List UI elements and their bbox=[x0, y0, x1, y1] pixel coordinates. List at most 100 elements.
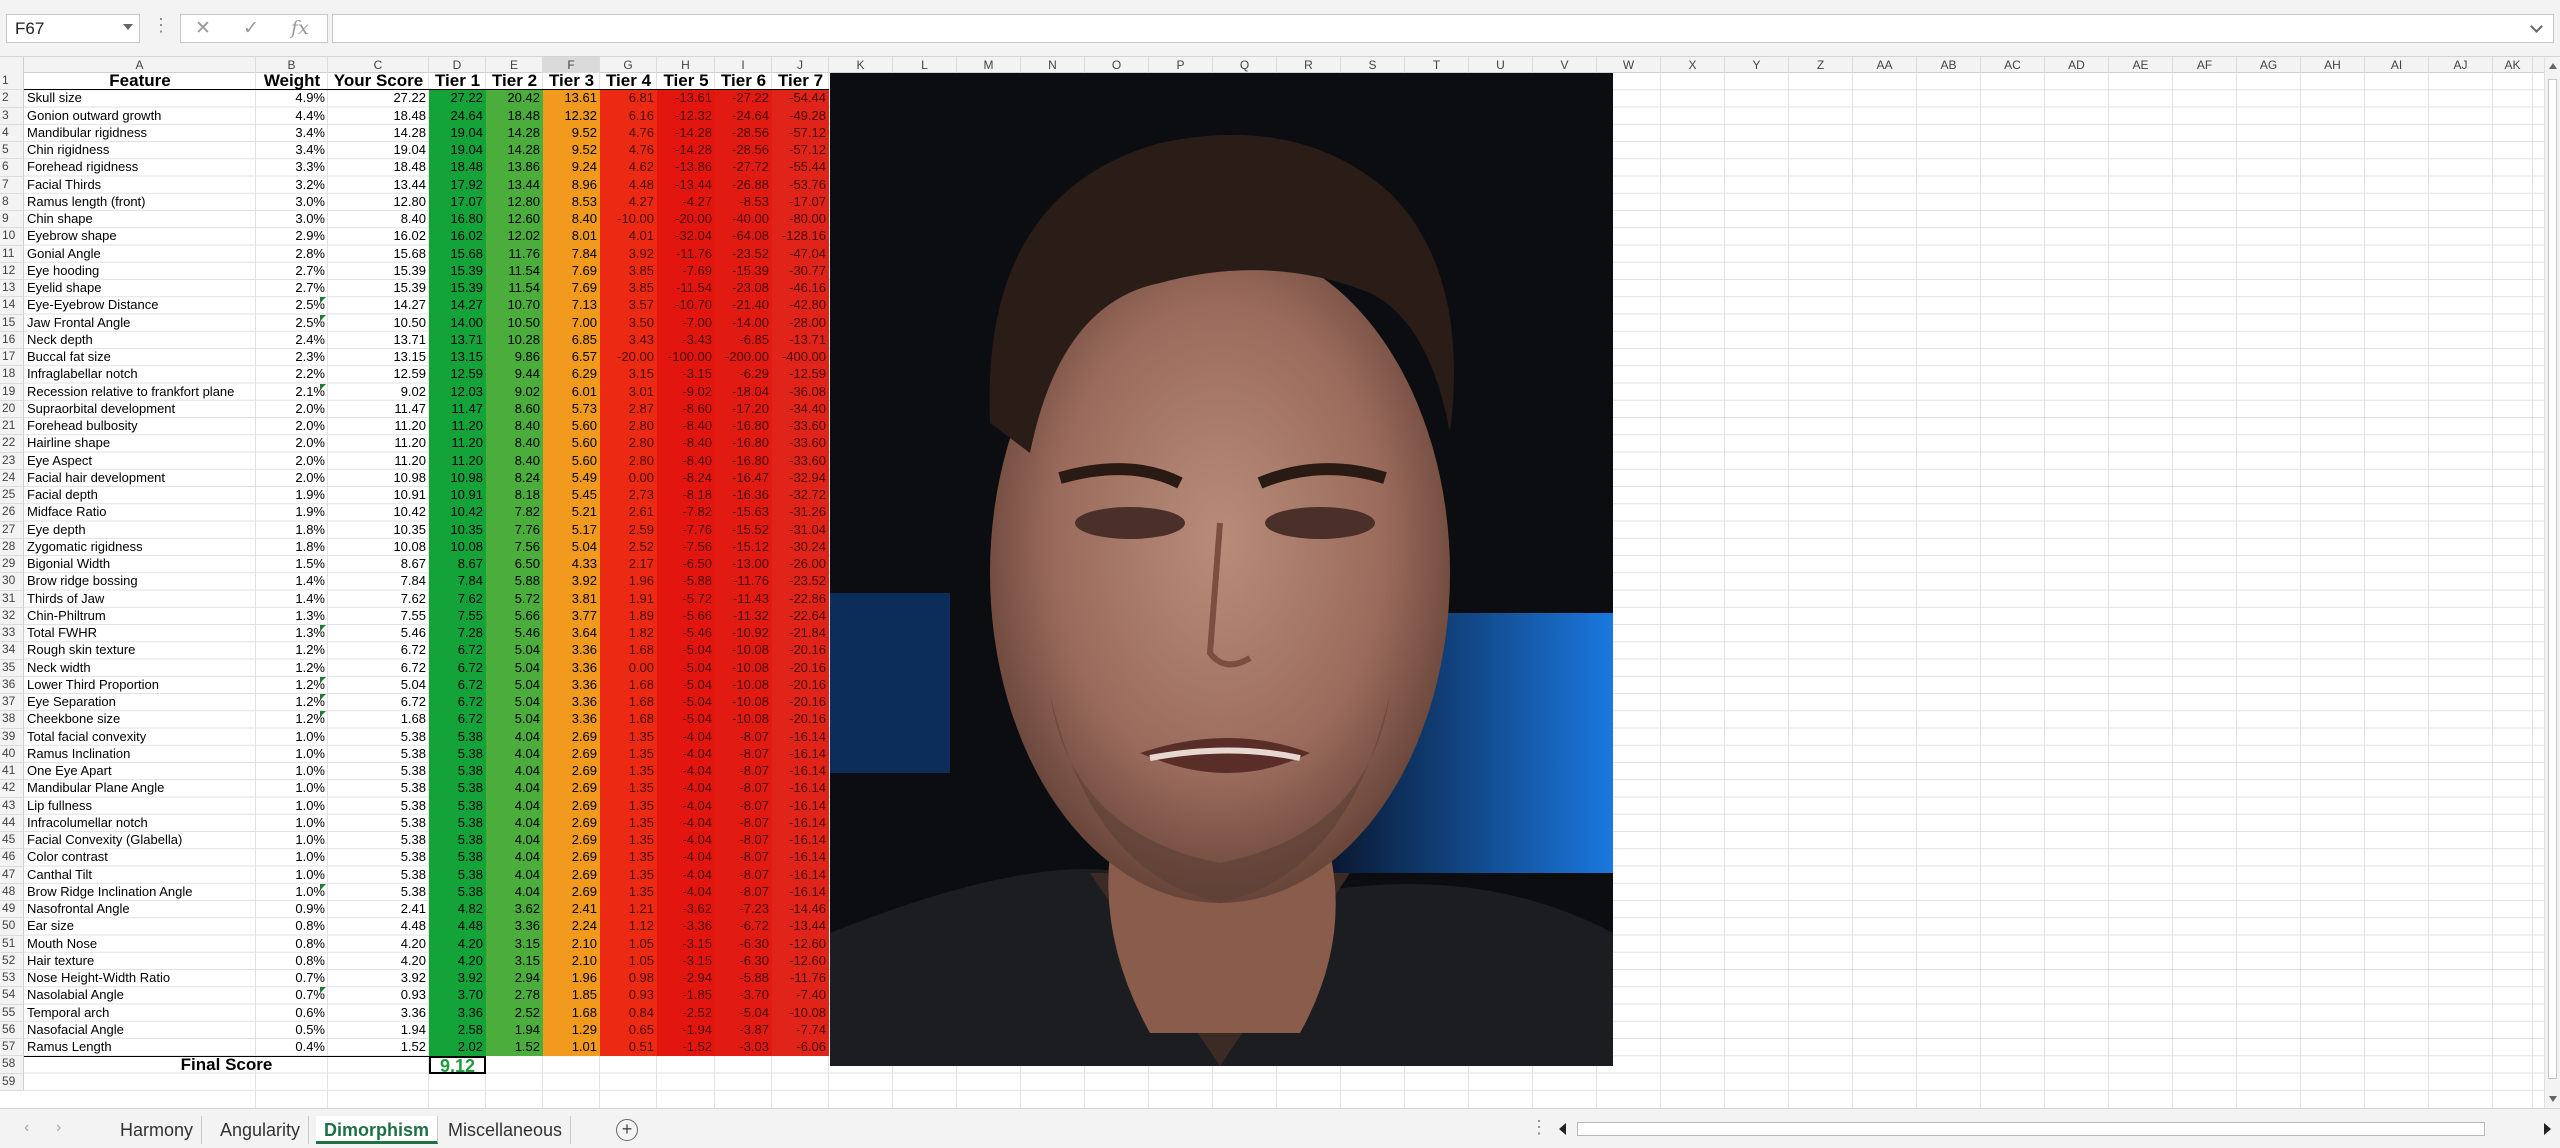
score-cell[interactable]: 5.38 bbox=[328, 867, 429, 884]
feature-name-cell[interactable]: Thirds of Jaw bbox=[24, 591, 256, 608]
tier-5-cell[interactable]: -32.04 bbox=[657, 228, 715, 246]
tier-4-cell[interactable]: 2.59 bbox=[600, 521, 657, 539]
tier-5-cell[interactable]: -5.04 bbox=[657, 694, 715, 712]
row-header-44[interactable]: 44 bbox=[0, 814, 24, 832]
tier-6-cell[interactable]: -10.08 bbox=[715, 694, 772, 712]
tier-7-cell[interactable]: -20.16 bbox=[772, 659, 829, 677]
tier-4-cell[interactable]: 2.52 bbox=[600, 538, 657, 556]
row-header-13[interactable]: 13 bbox=[0, 280, 24, 298]
row-header-51[interactable]: 51 bbox=[0, 935, 24, 953]
score-cell[interactable]: 13.71 bbox=[328, 332, 429, 349]
row-header-4[interactable]: 4 bbox=[0, 124, 24, 142]
tier-4-cell[interactable]: 0.93 bbox=[600, 987, 657, 1005]
column-header-x[interactable]: X bbox=[1661, 57, 1725, 73]
tier-1-cell[interactable]: 15.39 bbox=[429, 280, 486, 298]
row-header-31[interactable]: 31 bbox=[0, 590, 24, 608]
tier-4-cell[interactable]: 2.80 bbox=[600, 435, 657, 453]
tier-1-cell[interactable]: 5.38 bbox=[429, 814, 486, 832]
tier-2-cell[interactable]: 8.40 bbox=[486, 418, 543, 436]
tier-1-cell[interactable]: 27.22 bbox=[429, 90, 486, 108]
score-cell[interactable]: 3.92 bbox=[328, 970, 429, 987]
tier-5-cell[interactable]: -100.00 bbox=[657, 349, 715, 367]
column-header-s[interactable]: S bbox=[1341, 57, 1405, 73]
tier-5-cell[interactable]: -4.04 bbox=[657, 849, 715, 867]
tier-7-cell[interactable]: -21.84 bbox=[772, 625, 829, 643]
score-cell[interactable]: 5.04 bbox=[328, 677, 429, 694]
column-header-l[interactable]: L bbox=[893, 57, 957, 73]
score-cell[interactable]: 5.38 bbox=[328, 849, 429, 866]
tier-2-cell[interactable]: 5.46 bbox=[486, 625, 543, 643]
weight-cell[interactable]: 1.3% bbox=[256, 625, 328, 642]
tier-2-cell[interactable]: 4.04 bbox=[486, 763, 543, 781]
sheet-tab-miscellaneous[interactable]: Miscellaneous bbox=[440, 1116, 572, 1144]
column-header-a[interactable]: A bbox=[24, 57, 256, 73]
column-header-ad[interactable]: AD bbox=[2045, 57, 2109, 73]
tier-1-cell[interactable]: 7.55 bbox=[429, 607, 486, 625]
tier-5-cell[interactable]: -11.54 bbox=[657, 280, 715, 298]
tier-5-cell[interactable]: -13.44 bbox=[657, 176, 715, 194]
tier-5-cell[interactable]: -1.52 bbox=[657, 1039, 715, 1057]
tier-3-cell[interactable]: 8.96 bbox=[543, 176, 600, 194]
column-header-ah[interactable]: AH bbox=[2301, 57, 2365, 73]
feature-name-cell[interactable]: Facial depth bbox=[24, 487, 256, 504]
tier-6-cell[interactable]: -6.30 bbox=[715, 952, 772, 970]
weight-cell[interactable]: 1.0% bbox=[256, 832, 328, 849]
weight-cell[interactable]: 1.0% bbox=[256, 884, 328, 901]
tier-2-cell[interactable]: 2.78 bbox=[486, 987, 543, 1005]
tier-7-cell[interactable]: -49.28 bbox=[772, 107, 829, 125]
tier-3-cell[interactable]: 6.29 bbox=[543, 366, 600, 384]
header-cell-weight[interactable]: Weight bbox=[256, 73, 328, 91]
score-cell[interactable]: 14.27 bbox=[328, 297, 429, 314]
tier-7-cell[interactable]: -16.14 bbox=[772, 780, 829, 798]
tier-3-cell[interactable]: 2.69 bbox=[543, 763, 600, 781]
tier-5-cell[interactable]: -2.94 bbox=[657, 970, 715, 988]
score-cell[interactable]: 11.20 bbox=[328, 453, 429, 470]
tier-4-cell[interactable]: 0.98 bbox=[600, 970, 657, 988]
score-cell[interactable]: 15.39 bbox=[328, 280, 429, 297]
tier-3-cell[interactable]: 3.36 bbox=[543, 642, 600, 660]
row-header-8[interactable]: 8 bbox=[0, 193, 24, 211]
tier-5-cell[interactable]: -4.04 bbox=[657, 832, 715, 850]
weight-cell[interactable]: 2.0% bbox=[256, 453, 328, 470]
column-header-ag[interactable]: AG bbox=[2237, 57, 2301, 73]
weight-cell[interactable]: 1.0% bbox=[256, 729, 328, 746]
column-header-z[interactable]: Z bbox=[1789, 57, 1853, 73]
weight-cell[interactable]: 3.2% bbox=[256, 177, 328, 194]
column-header-ae[interactable]: AE bbox=[2109, 57, 2173, 73]
tier-5-cell[interactable]: -8.40 bbox=[657, 435, 715, 453]
tier-3-cell[interactable]: 3.77 bbox=[543, 607, 600, 625]
tier-4-cell[interactable]: 1.91 bbox=[600, 590, 657, 608]
tier-3-cell[interactable]: 3.36 bbox=[543, 711, 600, 729]
score-cell[interactable]: 6.72 bbox=[328, 642, 429, 659]
weight-cell[interactable]: 3.4% bbox=[256, 142, 328, 159]
tier-2-cell[interactable]: 3.15 bbox=[486, 935, 543, 953]
tier-5-cell[interactable]: -4.04 bbox=[657, 745, 715, 763]
tier-1-cell[interactable]: 7.84 bbox=[429, 573, 486, 591]
weight-cell[interactable]: 1.8% bbox=[256, 522, 328, 539]
row-header-18[interactable]: 18 bbox=[0, 366, 24, 384]
tier-1-cell[interactable]: 7.28 bbox=[429, 625, 486, 643]
score-cell[interactable]: 10.50 bbox=[328, 315, 429, 332]
final-score-label[interactable]: Final Score bbox=[24, 1056, 429, 1073]
tier-4-cell[interactable]: 3.92 bbox=[600, 245, 657, 263]
tier-2-cell[interactable]: 8.60 bbox=[486, 400, 543, 418]
score-cell[interactable]: 10.08 bbox=[328, 539, 429, 556]
tier-6-cell[interactable]: -8.07 bbox=[715, 728, 772, 746]
row-header-50[interactable]: 50 bbox=[0, 918, 24, 936]
tier-6-cell[interactable]: -21.40 bbox=[715, 297, 772, 315]
score-cell[interactable]: 8.67 bbox=[328, 556, 429, 573]
tier-2-cell[interactable]: 4.04 bbox=[486, 883, 543, 901]
tier-5-cell[interactable]: -7.76 bbox=[657, 521, 715, 539]
weight-cell[interactable]: 1.0% bbox=[256, 798, 328, 815]
weight-cell[interactable]: 3.4% bbox=[256, 125, 328, 142]
tier-1-cell[interactable]: 6.72 bbox=[429, 659, 486, 677]
score-cell[interactable]: 6.72 bbox=[328, 694, 429, 711]
tier-1-cell[interactable]: 10.08 bbox=[429, 538, 486, 556]
feature-name-cell[interactable]: Jaw Frontal Angle bbox=[24, 315, 256, 332]
tier-6-cell[interactable]: -8.07 bbox=[715, 797, 772, 815]
tier-3-cell[interactable]: 3.92 bbox=[543, 573, 600, 591]
weight-cell[interactable]: 0.5% bbox=[256, 1022, 328, 1039]
score-cell[interactable]: 1.68 bbox=[328, 711, 429, 728]
score-cell[interactable]: 10.42 bbox=[328, 504, 429, 521]
weight-cell[interactable]: 1.9% bbox=[256, 487, 328, 504]
